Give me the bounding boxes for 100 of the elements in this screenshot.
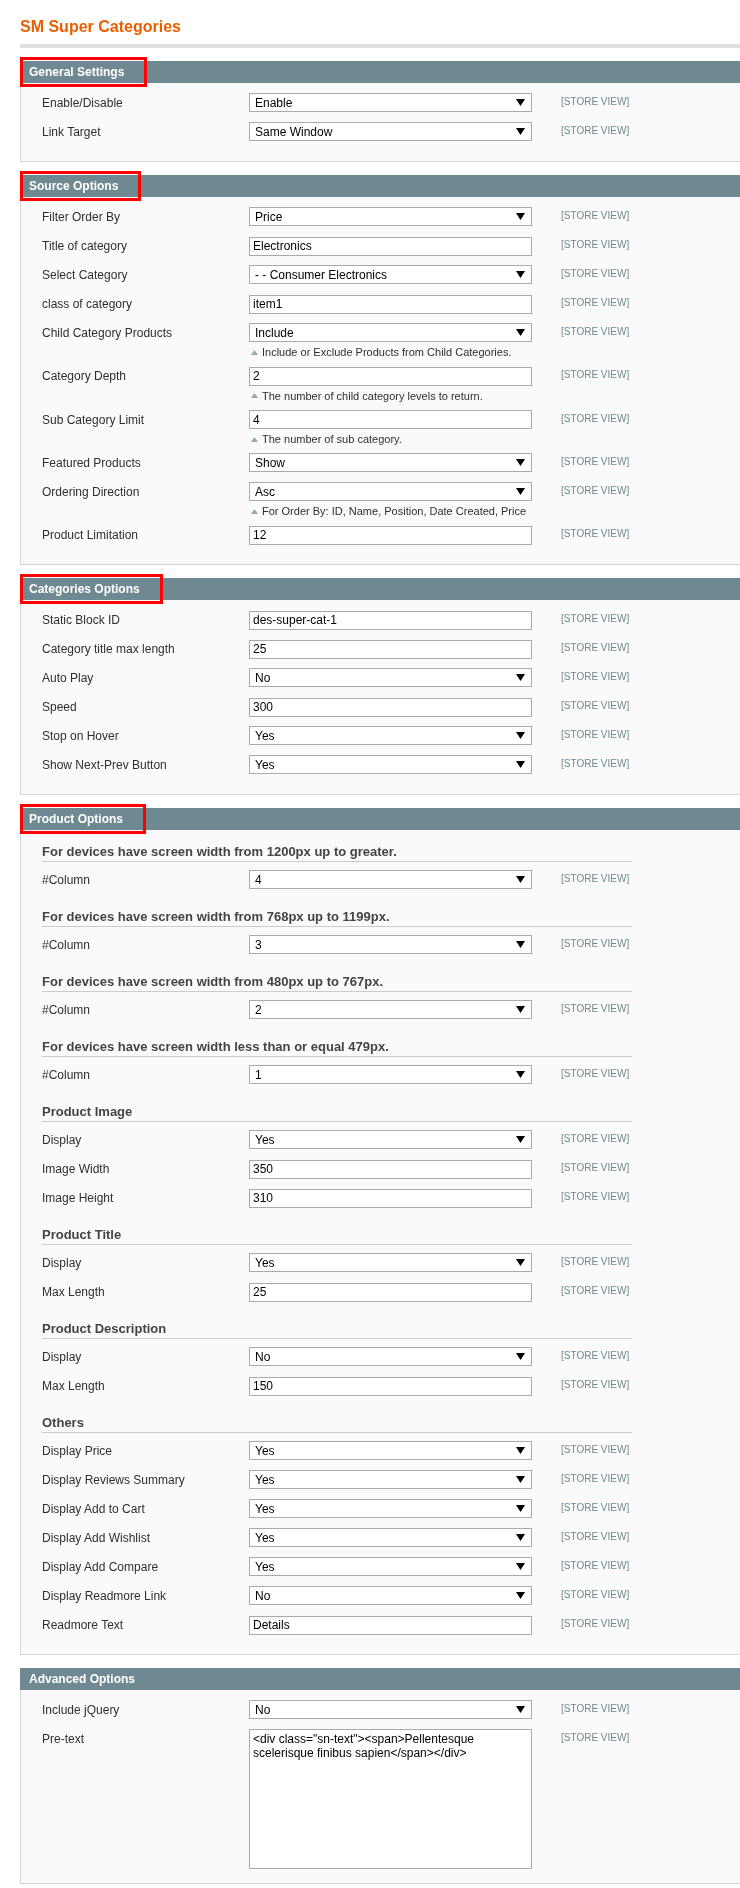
caret-icon xyxy=(516,732,525,739)
input-field[interactable]: 310 xyxy=(249,1188,532,1208)
scope-label: [STORE VIEW] xyxy=(561,368,630,380)
section-header[interactable]: Source Options xyxy=(20,171,740,201)
dropdown[interactable]: Yes xyxy=(249,1557,532,1576)
dropdown[interactable]: Asc xyxy=(249,482,532,501)
input-field[interactable]: des-super-cat-1 xyxy=(249,610,532,630)
scope-label: [STORE VIEW] xyxy=(561,1559,630,1571)
input-field[interactable]: 350 xyxy=(249,1159,532,1179)
caret-icon xyxy=(516,1505,525,1512)
field-label: Category Depth xyxy=(42,368,128,383)
caret-icon xyxy=(516,128,525,135)
dropdown[interactable]: Yes xyxy=(249,726,532,745)
field-label: Auto Play xyxy=(42,670,95,685)
dropdown[interactable]: Include xyxy=(249,323,532,342)
dropdown[interactable]: 1 xyxy=(249,1065,532,1084)
scope-label: [STORE VIEW] xyxy=(561,757,630,769)
input-field[interactable]: Details xyxy=(249,1615,532,1635)
section-title: General Settings xyxy=(20,57,148,87)
scope-label: [STORE VIEW] xyxy=(561,1349,630,1361)
field-label: Featured Products xyxy=(42,455,142,470)
dropdown[interactable]: No xyxy=(249,1700,532,1719)
dropdown[interactable]: - - Consumer Electronics xyxy=(249,265,532,284)
subsection-heading: For devices have screen width less than or equal 479px. xyxy=(42,1039,632,1057)
section-title: Advanced Options xyxy=(28,1671,136,1688)
dropdown[interactable]: Yes xyxy=(249,1253,532,1272)
field-label: Display Add Wishlist xyxy=(42,1530,152,1545)
dropdown[interactable]: Yes xyxy=(249,1130,532,1149)
field-hint: The number of sub category. xyxy=(262,433,402,445)
dropdown[interactable]: 2 xyxy=(249,1000,532,1019)
dropdown[interactable]: No xyxy=(249,1347,532,1366)
scope-label: [STORE VIEW] xyxy=(561,1284,630,1296)
scope-label: [STORE VIEW] xyxy=(561,1067,630,1079)
scope-label: [STORE VIEW] xyxy=(561,238,630,250)
input-field[interactable]: 25 xyxy=(249,1282,532,1302)
dropdown[interactable]: Price xyxy=(249,207,532,226)
caret-icon xyxy=(516,1592,525,1599)
input-field[interactable]: 25 xyxy=(249,639,532,659)
dropdown[interactable]: 4 xyxy=(249,870,532,889)
field-label: Enable/Disable xyxy=(42,95,124,110)
text-area[interactable]: <div class="sn-text"><span>Pellentesque scelerisque finibus sapien</span></div> xyxy=(249,1729,532,1869)
caret-icon xyxy=(516,1447,525,1454)
triangle-icon xyxy=(251,508,258,514)
triangle-icon xyxy=(251,349,258,355)
dropdown[interactable]: 3 xyxy=(249,935,532,954)
page-title: SM Super Categories xyxy=(20,18,740,48)
subsection-heading: Product Image xyxy=(42,1104,632,1122)
field-label: class of category xyxy=(42,296,134,311)
dropdown[interactable]: Show xyxy=(249,453,532,472)
dropdown[interactable]: Enable xyxy=(249,93,532,112)
dropdown[interactable]: No xyxy=(249,668,532,687)
section-title: Product Options xyxy=(20,804,146,834)
field-label: #Column xyxy=(42,872,92,887)
dropdown[interactable]: Yes xyxy=(249,1528,532,1547)
subsection-heading: For devices have screen width from 1200px up to greater. xyxy=(42,844,632,862)
caret-icon xyxy=(516,941,525,948)
caret-icon xyxy=(516,1534,525,1541)
dropdown[interactable]: Yes xyxy=(249,1441,532,1460)
caret-icon xyxy=(516,213,525,220)
field-label: Readmore Text xyxy=(42,1617,125,1632)
field-label: Display xyxy=(42,1349,83,1364)
scope-label: [STORE VIEW] xyxy=(561,1530,630,1542)
field-label: Display Add to Cart xyxy=(42,1501,146,1516)
dropdown[interactable]: Same Window xyxy=(249,122,532,141)
input-field[interactable]: 12 xyxy=(249,525,532,545)
field-label: Sub Category Limit xyxy=(42,411,146,427)
input-field[interactable]: item1 xyxy=(249,294,532,314)
section-header[interactable]: Product Options xyxy=(20,804,740,834)
field-label: Image Height xyxy=(42,1190,115,1205)
caret-icon xyxy=(516,1353,525,1360)
scope-label: [STORE VIEW] xyxy=(561,527,630,539)
field-label: Display Price xyxy=(42,1443,114,1458)
section-title: Source Options xyxy=(20,171,142,201)
scope-label: [STORE VIEW] xyxy=(561,411,630,424)
input-field[interactable]: 4 xyxy=(249,410,532,429)
dropdown[interactable]: Yes xyxy=(249,1470,532,1489)
field-label: Include jQuery xyxy=(42,1702,121,1717)
scope-label: [STORE VIEW] xyxy=(561,124,630,136)
input-field[interactable]: 150 xyxy=(249,1376,532,1396)
scope-label: [STORE VIEW] xyxy=(561,1702,630,1714)
field-hint: The number of child category levels to return. xyxy=(262,389,483,402)
input-field[interactable]: Electronics xyxy=(249,236,532,256)
dropdown[interactable]: Yes xyxy=(249,755,532,774)
section-header[interactable]: General Settings xyxy=(20,57,740,87)
caret-icon xyxy=(516,1259,525,1266)
field-label: Ordering Direction xyxy=(42,484,141,499)
field-label: Link Target xyxy=(42,124,102,139)
field-label: Static Block ID xyxy=(42,612,122,627)
dropdown[interactable]: No xyxy=(249,1586,532,1605)
scope-label: [STORE VIEW] xyxy=(561,484,630,496)
input-field[interactable]: 2 xyxy=(249,366,532,386)
input-field[interactable]: 300 xyxy=(249,697,532,717)
scope-label: [STORE VIEW] xyxy=(561,612,630,624)
section-title: Categories Options xyxy=(20,574,163,604)
dropdown[interactable]: Yes xyxy=(249,1499,532,1518)
field-label: Select Category xyxy=(42,267,129,282)
caret-icon xyxy=(516,1563,525,1570)
section-header[interactable]: Categories Options xyxy=(20,574,740,604)
scope-label: [STORE VIEW] xyxy=(561,1190,630,1202)
scope-label: [STORE VIEW] xyxy=(561,209,630,221)
